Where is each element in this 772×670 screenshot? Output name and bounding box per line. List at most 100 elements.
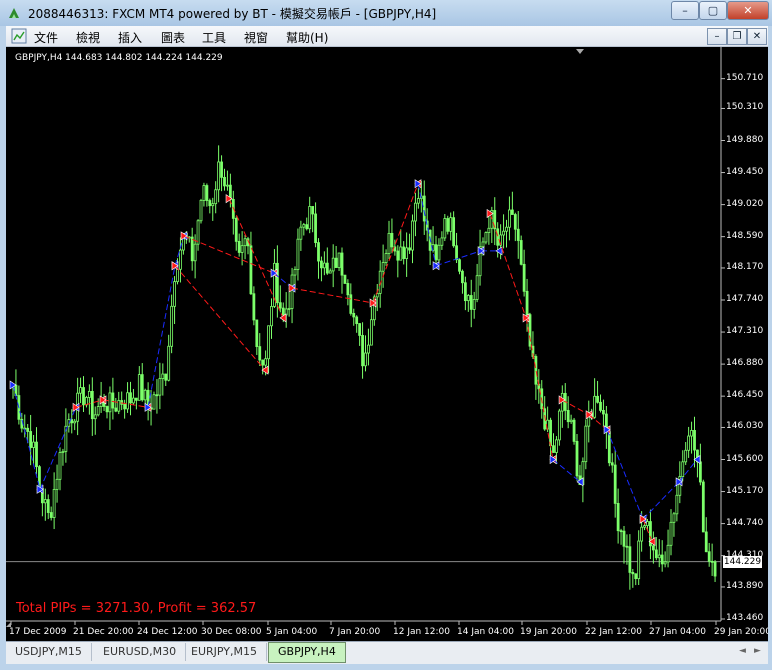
candle-body: [217, 161, 221, 191]
time-tick-label: 5 Jan 04:00: [266, 627, 318, 637]
candle-body: [475, 275, 479, 300]
candle-body: [287, 307, 291, 310]
chart-canvas[interactable]: [6, 47, 768, 641]
candle-body: [637, 540, 641, 580]
candle-body: [534, 356, 538, 385]
candle-body: [158, 378, 162, 396]
candle-body: [61, 450, 65, 453]
candle-body: [249, 245, 253, 295]
candle-body: [628, 546, 632, 573]
price-tick-label: 145.600: [726, 453, 764, 464]
candle-body: [167, 345, 171, 381]
menu-view[interactable]: 檢視: [76, 29, 100, 46]
window-title: 2088446313: FXCM MT4 powered by BT - 模擬交…: [28, 7, 437, 21]
candle-body: [584, 425, 588, 463]
mdi-restore-button[interactable]: ❐: [727, 28, 747, 45]
candle-body: [405, 247, 409, 259]
candle-body: [516, 228, 520, 241]
tab-gbpjpy-h4[interactable]: GBPJPY,H4: [268, 642, 346, 663]
candle-body: [710, 560, 714, 563]
candle-body: [522, 263, 526, 292]
menu-file[interactable]: 文件: [34, 29, 58, 46]
candle-body: [663, 561, 667, 565]
candle-body: [693, 430, 696, 451]
candle-body: [220, 161, 223, 178]
candle-body: [196, 220, 200, 245]
candle-body: [202, 185, 206, 201]
close-button[interactable]: ✕: [727, 1, 769, 20]
time-tick-label: 7 Jan 20:00: [329, 627, 381, 637]
price-tick-label: 149.450: [726, 166, 764, 177]
candle-body: [105, 406, 109, 413]
candle-body: [58, 452, 62, 480]
candle-body: [293, 269, 297, 276]
chart-window-icon[interactable]: [11, 28, 27, 44]
tab-usdjpy-m15[interactable]: USDJPY,M15: [6, 643, 92, 661]
candle-body: [35, 441, 38, 468]
candle-body: [137, 374, 141, 401]
candle-body: [505, 226, 508, 232]
chart-shift-marker: [576, 49, 584, 54]
candle-body: [402, 246, 406, 259]
candle-body: [240, 245, 244, 253]
menu-tools[interactable]: 工具: [202, 29, 226, 46]
ohlc-readout: GBPJPY,H4 144.683 144.802 144.224 144.22…: [15, 53, 223, 63]
candle-body: [416, 198, 420, 204]
candle-body: [461, 270, 464, 284]
candle-body: [575, 440, 579, 477]
candle-body: [296, 238, 300, 270]
candle-body: [270, 306, 273, 327]
minimize-button[interactable]: –: [671, 1, 699, 20]
candle-body: [32, 441, 35, 448]
maximize-button[interactable]: ▢: [699, 1, 727, 20]
candle-body: [264, 358, 268, 366]
tab-eurjpy-m15[interactable]: EURJPY,M15: [182, 643, 267, 661]
candle-body: [387, 232, 391, 254]
candle-body: [93, 414, 97, 420]
tab-prev-arrow-icon[interactable]: ◄: [739, 646, 746, 656]
candle-body: [302, 224, 306, 228]
candle-body: [602, 409, 605, 415]
candle-body: [226, 184, 229, 187]
candle-body: [208, 200, 212, 207]
candle-body: [698, 461, 702, 483]
candle-body: [466, 295, 470, 302]
profit-summary: Total PIPs = 3271.30, Profit = 362.57: [16, 601, 257, 616]
candle-body: [643, 525, 646, 528]
candle-body: [322, 262, 326, 269]
price-tick-label: 146.450: [726, 390, 764, 401]
candle-body: [619, 530, 623, 533]
candle-body: [525, 290, 529, 316]
mdi-minimize-button[interactable]: –: [707, 28, 727, 45]
candle-body: [557, 410, 561, 441]
candle-body: [155, 394, 159, 397]
current-price-label: 144.229: [723, 556, 762, 568]
candle-body: [513, 214, 517, 230]
tab-eurusd-m30[interactable]: EURUSD,M30: [94, 643, 187, 661]
candle-body: [252, 293, 256, 321]
candle-body: [675, 494, 679, 515]
buy-trade-line: [606, 429, 644, 520]
sell-trade-line: [291, 287, 374, 304]
candle-body: [267, 325, 270, 360]
mdi-close-button[interactable]: ✕: [747, 28, 767, 45]
candle-body: [690, 430, 693, 437]
menu-insert[interactable]: 插入: [118, 29, 142, 46]
candle-body: [669, 521, 673, 546]
candle-body: [646, 521, 649, 526]
tab-next-arrow-icon[interactable]: ►: [754, 646, 761, 656]
menu-window[interactable]: 視窗: [244, 29, 268, 46]
price-chart[interactable]: GBPJPY,H4 144.683 144.802 144.224 144.22…: [6, 47, 768, 641]
candle-body: [496, 228, 500, 246]
candle-body: [472, 299, 476, 310]
candle-body: [452, 217, 456, 247]
candle-body: [684, 449, 688, 463]
menu-charts[interactable]: 圖表: [161, 29, 185, 46]
candle-body: [657, 554, 661, 559]
candle-body: [458, 259, 461, 272]
candle-body: [325, 262, 329, 274]
price-tick-label: 150.310: [726, 102, 764, 113]
candle-body: [205, 185, 209, 201]
menu-help[interactable]: 幫助(H): [286, 29, 328, 46]
price-tick-label: 148.590: [726, 230, 764, 241]
